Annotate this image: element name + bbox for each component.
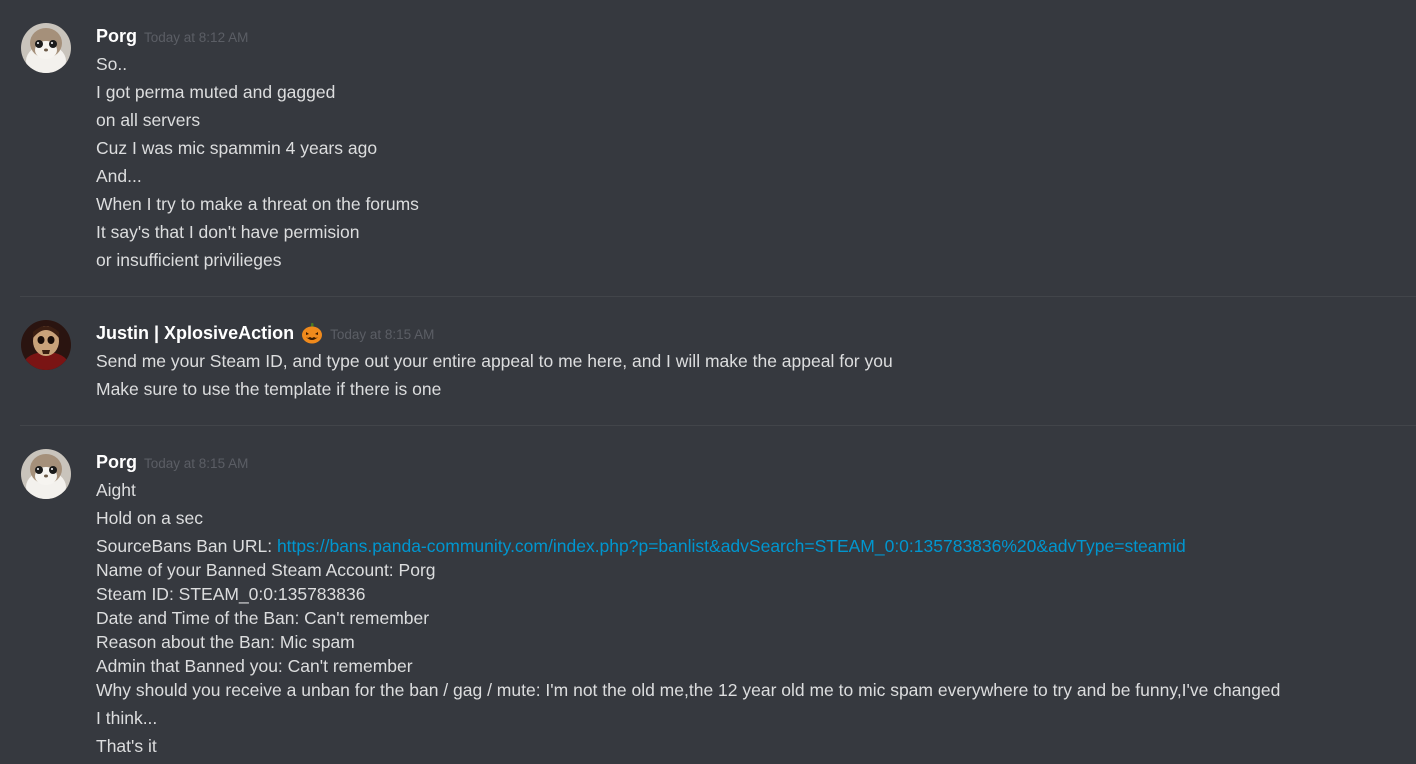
- porg-avatar-icon: [21, 449, 71, 499]
- appeal-field: Name of your Banned Steam Account: Porg: [96, 560, 436, 580]
- appeal-field: Reason about the Ban: Mic spam: [96, 632, 355, 652]
- jack-o-lantern-icon: [301, 322, 323, 344]
- message-text: or insufficient privilieges: [96, 250, 282, 270]
- appeal-field: Why should you receive a unban for the b…: [96, 680, 1281, 700]
- message-text: Hold on a sec: [96, 508, 204, 528]
- message-text: Make sure to use the template if there i…: [96, 379, 442, 399]
- message-divider: [20, 425, 1416, 426]
- message-text: That's it: [96, 736, 157, 756]
- avatar[interactable]: [21, 23, 71, 73]
- username[interactable]: Porg: [96, 449, 137, 475]
- message-text: It say's that I don't have permision: [96, 222, 360, 242]
- message-text: on all servers: [96, 110, 201, 130]
- message-header: Justin | XplosiveAction Today at 8:15 AM: [96, 320, 434, 346]
- message-text: Send me your Steam ID, and type out your…: [96, 351, 893, 371]
- chat-messages: Porg Today at 8:12 AM So.. I got perma m…: [0, 0, 1416, 764]
- message-divider: [20, 296, 1416, 297]
- appeal-field: Date and Time of the Ban: Can't remember: [96, 608, 430, 628]
- message-text: And...: [96, 166, 142, 186]
- skull-avatar-icon: [21, 320, 71, 370]
- username[interactable]: Justin | XplosiveAction: [96, 320, 294, 346]
- message-text: I got perma muted and gagged: [96, 82, 336, 102]
- message-header: Porg Today at 8:12 AM: [96, 23, 248, 49]
- ban-url-link[interactable]: https://bans.panda-community.com/index.p…: [277, 536, 1186, 556]
- avatar[interactable]: [21, 449, 71, 499]
- message-header: Porg Today at 8:15 AM: [96, 449, 248, 475]
- message-text: When I try to make a threat on the forum…: [96, 194, 419, 214]
- appeal-url-label: SourceBans Ban URL:: [96, 536, 277, 556]
- message-text: Cuz I was mic spammin 4 years ago: [96, 138, 378, 158]
- username[interactable]: Porg: [96, 23, 137, 49]
- appeal-field: Admin that Banned you: Can't remember: [96, 656, 413, 676]
- message-text: Aight: [96, 480, 136, 500]
- message-text: So..: [96, 54, 128, 74]
- timestamp: Today at 8:12 AM: [144, 29, 249, 45]
- appeal-field: Steam ID: STEAM_0:0:135783836: [96, 584, 366, 604]
- timestamp: Today at 8:15 AM: [144, 455, 249, 471]
- porg-avatar-icon: [21, 23, 71, 73]
- appeal-url-line: SourceBans Ban URL: https://bans.panda-c…: [96, 534, 1186, 558]
- timestamp: Today at 8:15 AM: [330, 326, 435, 342]
- message-text: I think...: [96, 708, 158, 728]
- avatar[interactable]: [21, 320, 71, 370]
